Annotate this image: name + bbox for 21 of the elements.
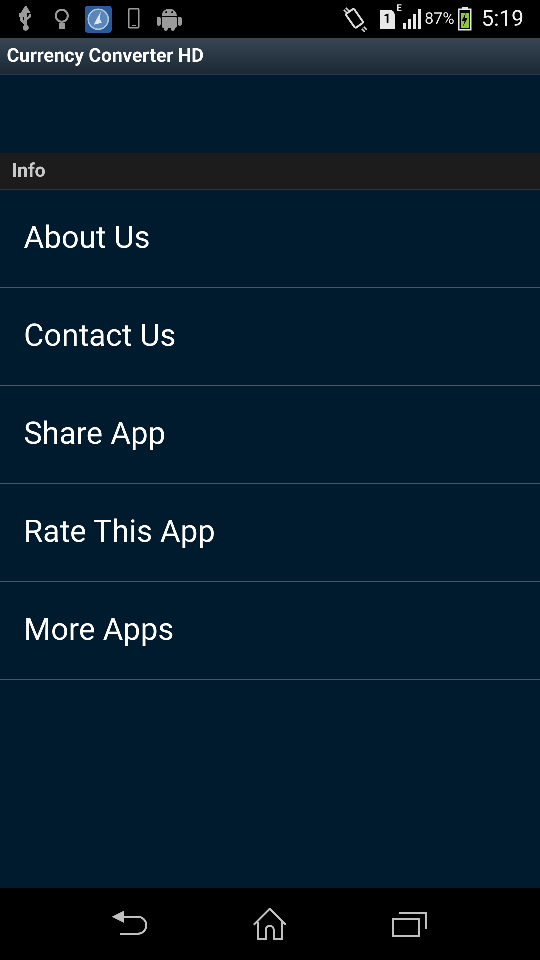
menu-item[interactable]: More Apps [0, 582, 540, 680]
android-icon [156, 6, 183, 32]
battery-charging-icon [458, 7, 472, 31]
network-type: E [396, 3, 402, 16]
app-title: Currency Converter HD [7, 42, 204, 69]
usb-icon [18, 6, 34, 32]
signal-icon [402, 8, 422, 30]
vibrate-icon [342, 6, 368, 32]
section-title: Info [12, 158, 46, 184]
menu-item[interactable]: Contact Us [0, 288, 540, 386]
menu-item[interactable]: Share App [0, 386, 540, 484]
menu-item[interactable]: About Us [0, 190, 540, 288]
sim-card-icon: 1 [380, 10, 395, 28]
lightbulb-icon [54, 7, 70, 31]
recent-apps-icon[interactable] [392, 911, 428, 937]
clock: 5:19 [482, 6, 524, 34]
back-icon[interactable] [112, 911, 148, 937]
phone-icon [128, 8, 140, 30]
home-icon[interactable] [252, 908, 288, 940]
battery-percent: 87% [424, 8, 455, 30]
menu-item[interactable]: Rate This App [0, 484, 540, 582]
